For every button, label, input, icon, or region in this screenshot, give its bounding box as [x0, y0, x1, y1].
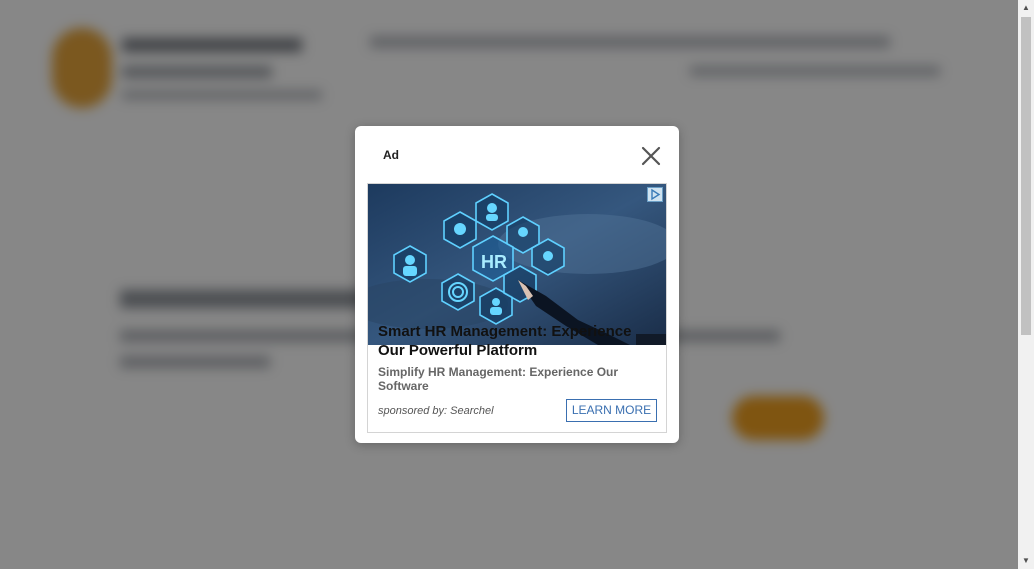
ad-description[interactable]: Simplify HR Management: Experience Our S…: [378, 365, 648, 393]
ad-title[interactable]: Smart HR Management: Experience Our Powe…: [378, 322, 658, 360]
sponsored-by-text: sponsored by: Searchel: [378, 405, 494, 417]
learn-more-button[interactable]: LEARN MORE: [566, 399, 657, 422]
ad-modal: Ad HR Smart HR Management: Experience Ou…: [355, 126, 679, 443]
ad-label: Ad: [383, 148, 399, 162]
adchoices-icon[interactable]: [647, 187, 663, 202]
scroll-down-arrow-icon[interactable]: ▼: [1018, 553, 1034, 569]
close-icon[interactable]: [639, 144, 663, 168]
hr-hexagon-image[interactable]: HR: [368, 184, 666, 345]
scroll-thumb[interactable]: [1021, 17, 1031, 335]
scrollbar[interactable]: ▲ ▼: [1018, 0, 1034, 569]
svg-text:HR: HR: [481, 252, 507, 272]
scroll-up-arrow-icon[interactable]: ▲: [1018, 0, 1034, 16]
ad-card[interactable]: HR Smart HR Management: Experience Our P…: [367, 183, 667, 433]
